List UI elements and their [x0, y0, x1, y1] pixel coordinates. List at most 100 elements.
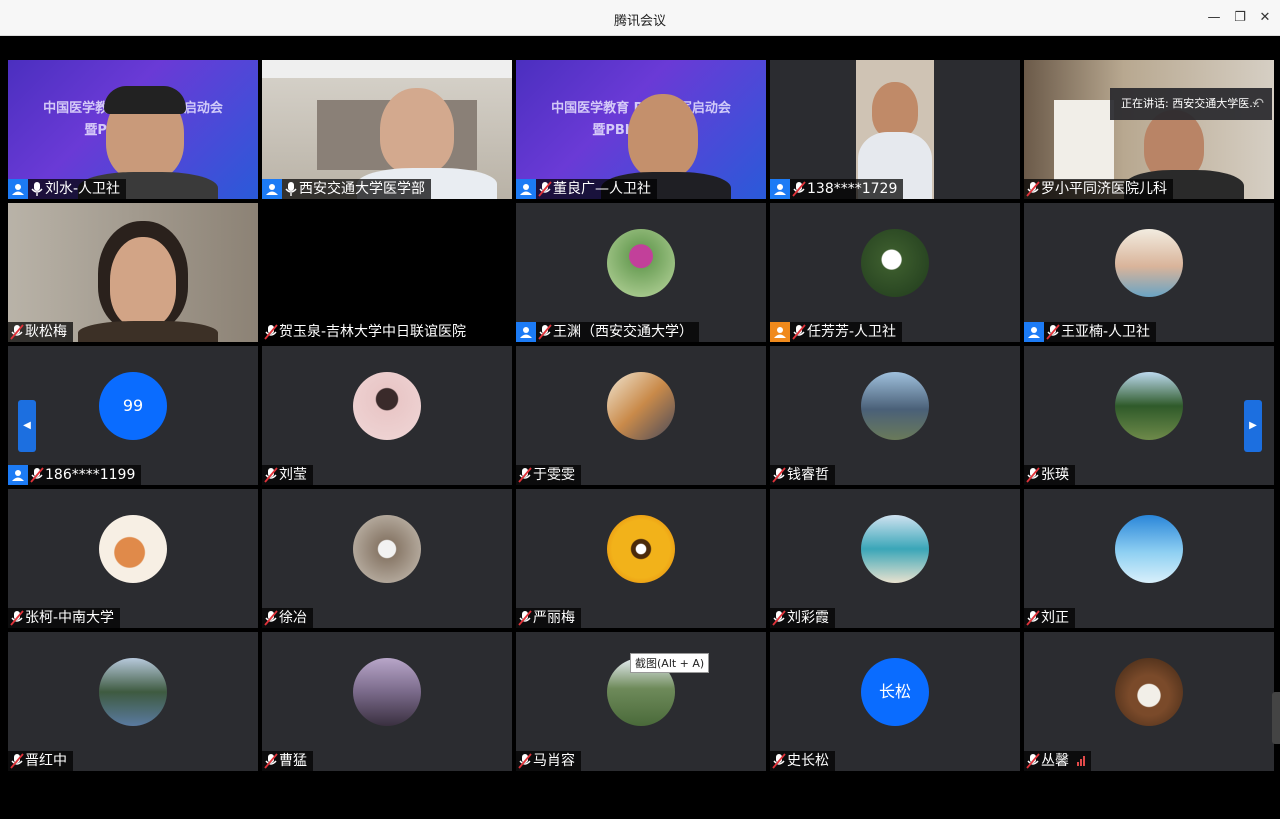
name-tag: 于雯雯 [516, 465, 581, 485]
participant-name: 罗小平同济医院儿科 [1041, 181, 1167, 197]
participant-name: 王渊（西安交通大学） [553, 324, 693, 340]
name-tag: 贺玉泉-吉林大学中日联谊医院 [262, 322, 473, 342]
screenshot-tooltip: 截图(Alt + A) [630, 653, 710, 673]
participant-tile[interactable]: 罗小平同济医院儿科 [1024, 60, 1274, 199]
name-tag: 徐冶 [262, 608, 313, 628]
mic-muted-icon [1026, 467, 1040, 483]
name-tag: 刘彩霞 [770, 608, 835, 628]
prev-page-button[interactable]: ◀ [18, 400, 36, 452]
participant-name: 董良广—人卫社 [553, 181, 651, 197]
participant-tile[interactable]: 99 186****1199 [8, 346, 258, 485]
participant-tile[interactable]: 晋红中 [8, 632, 258, 771]
avatar [353, 515, 421, 583]
mic-muted-icon [10, 610, 24, 626]
name-tag: 张瑛 [1024, 465, 1075, 485]
name-tag: 丛馨 [1024, 751, 1091, 771]
name-tag: 王亚楠-人卫社 [1024, 322, 1157, 342]
user-icon [770, 322, 790, 342]
name-tag: 张柯-中南大学 [8, 608, 121, 628]
participant-tile[interactable]: 于雯雯 [516, 346, 766, 485]
user-icon [8, 179, 28, 199]
participant-tile[interactable]: 张瑛 [1024, 346, 1274, 485]
user-icon [516, 179, 536, 199]
participant-name: 晋红中 [25, 753, 67, 769]
participant-name: 刘水-人卫社 [45, 181, 121, 197]
participant-name: 贺玉泉-吉林大学中日联谊医院 [279, 324, 467, 340]
participant-tile[interactable]: 曹猛 [262, 632, 512, 771]
participant-tile[interactable]: 刘正 [1024, 489, 1274, 628]
mic-muted-icon [792, 324, 806, 340]
participant-name: 史长松 [787, 753, 829, 769]
next-page-button[interactable]: ▶ [1244, 400, 1262, 452]
participant-tile[interactable]: 刘莹 [262, 346, 512, 485]
avatar [353, 372, 421, 440]
participant-tile[interactable]: 王亚楠-人卫社 [1024, 203, 1274, 342]
mic-muted-icon [1046, 324, 1060, 340]
mic-icon [284, 181, 298, 197]
user-icon [516, 322, 536, 342]
avatar [861, 372, 929, 440]
name-tag: 刘水-人卫社 [8, 179, 127, 199]
participant-name: 曹猛 [279, 753, 307, 769]
close-button[interactable]: ✕ [1256, 9, 1274, 27]
avatar: 长松 [861, 658, 929, 726]
participant-tile[interactable]: 张柯-中南大学 [8, 489, 258, 628]
participant-tile[interactable]: 严丽梅 [516, 489, 766, 628]
participant-tile[interactable]: 长松 史长松 [770, 632, 1020, 771]
participant-name: 严丽梅 [533, 610, 575, 626]
name-tag: 任芳芳-人卫社 [770, 322, 903, 342]
participant-tile[interactable]: 138****1729 [770, 60, 1020, 199]
participant-tile[interactable]: 中国医学教育 PBL 编写启动会暨PBL案例 划会 刘水-人卫社 [8, 60, 258, 199]
participant-tile[interactable]: 贺玉泉-吉林大学中日联谊医院 [262, 203, 512, 342]
minimize-button[interactable]: — [1205, 9, 1223, 27]
participant-name: 任芳芳-人卫社 [807, 324, 897, 340]
participant-tile[interactable]: 王渊（西安交通大学） [516, 203, 766, 342]
name-tag: 刘莹 [262, 465, 313, 485]
mic-muted-icon [10, 753, 24, 769]
mic-muted-icon [772, 610, 786, 626]
participant-tile[interactable]: 丛馨 [1024, 632, 1274, 771]
user-icon [1024, 322, 1044, 342]
participant-tile[interactable]: 中国医学教育 PBL 编写启动会暨PBL案例 划会 董良广—人卫社 [516, 60, 766, 199]
participant-tile[interactable]: 刘彩霞 [770, 489, 1020, 628]
name-tag: 138****1729 [770, 179, 904, 199]
participant-tile[interactable]: 钱睿哲 [770, 346, 1020, 485]
participant-name: 张瑛 [1041, 467, 1069, 483]
participant-tile[interactable]: 耿松梅 [8, 203, 258, 342]
name-tag: 西安交通大学医学部 [262, 179, 431, 199]
speaking-text: 正在讲话: 西安交通大学医... [1121, 97, 1260, 110]
name-tag: 严丽梅 [516, 608, 581, 628]
avatar [353, 658, 421, 726]
mic-muted-icon [538, 181, 552, 197]
mic-muted-icon [772, 467, 786, 483]
participant-name: 刘正 [1041, 610, 1069, 626]
participant-tile[interactable]: 任芳芳-人卫社 [770, 203, 1020, 342]
avatar [1115, 515, 1183, 583]
window-title: 腾讯会议 [613, 14, 666, 29]
avatar [99, 658, 167, 726]
mic-muted-icon [1026, 610, 1040, 626]
mic-muted-icon [264, 324, 278, 340]
participant-tile[interactable]: 徐冶 [262, 489, 512, 628]
name-tag: 刘正 [1024, 608, 1075, 628]
side-panel-handle[interactable] [1272, 692, 1280, 744]
avatar [861, 229, 929, 297]
mic-muted-icon [538, 324, 552, 340]
name-tag: 史长松 [770, 751, 835, 771]
signal-icon [1077, 756, 1085, 766]
participant-name: 丛馨 [1041, 753, 1069, 769]
participant-name: 钱睿哲 [787, 467, 829, 483]
undo-icon[interactable]: ↶ [1252, 88, 1264, 120]
participant-name: 西安交通大学医学部 [299, 181, 425, 197]
mic-muted-icon [518, 610, 532, 626]
mic-muted-icon [518, 753, 532, 769]
mic-muted-icon [264, 610, 278, 626]
mic-muted-icon [30, 467, 44, 483]
avatar [607, 372, 675, 440]
participant-name: 刘莹 [279, 467, 307, 483]
user-icon [770, 179, 790, 199]
name-tag: 罗小平同济医院儿科 [1024, 179, 1173, 199]
restore-button[interactable]: ❐ [1231, 9, 1249, 27]
participant-name: 王亚楠-人卫社 [1061, 324, 1151, 340]
participant-tile[interactable]: 西安交通大学医学部 [262, 60, 512, 199]
